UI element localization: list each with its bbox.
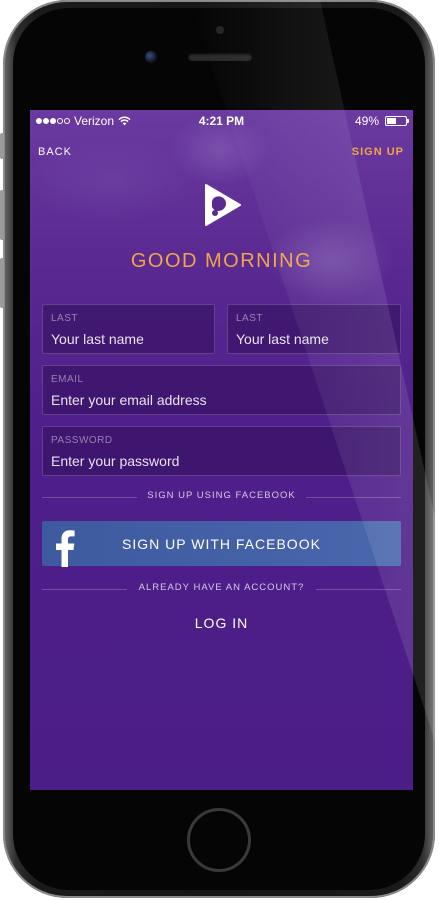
volume-down-button <box>0 258 4 308</box>
play-triangle-logo-icon <box>205 184 241 226</box>
login-button[interactable]: LOG IN <box>30 615 413 631</box>
battery-icon <box>385 116 409 126</box>
facebook-divider: SIGN UP USING FACEBOOK <box>42 490 401 504</box>
last-name-input[interactable]: Your last name <box>236 331 329 347</box>
front-camera <box>145 51 157 63</box>
earpiece-speaker <box>188 53 252 61</box>
facebook-signup-button[interactable]: SIGN UP WITH FACEBOOK <box>42 521 401 567</box>
account-divider: ALREADY HAVE AN ACCOUNT? <box>42 582 401 596</box>
password-field[interactable]: PASSWORD Enter your password <box>42 426 401 476</box>
last-name-field[interactable]: LAST Your last name <box>227 304 401 354</box>
account-divider-label: ALREADY HAVE AN ACCOUNT? <box>138 582 305 593</box>
email-label: EMAIL <box>51 374 84 385</box>
first-name-label: LAST <box>51 313 79 324</box>
back-button[interactable]: BACK <box>38 146 72 158</box>
password-label: PASSWORD <box>51 435 113 446</box>
app-screen: Verizon 4:21 PM 49% BACK SIGN UP GOOD MO… <box>30 110 413 790</box>
email-field[interactable]: EMAIL Enter your email address <box>42 365 401 415</box>
status-right: 49% <box>354 114 409 128</box>
divider-line-right <box>306 497 401 498</box>
proximity-sensor <box>216 26 224 34</box>
signup-nav-button[interactable]: SIGN UP <box>352 146 404 158</box>
battery-fill <box>387 118 396 124</box>
first-name-field[interactable]: LAST Your last name <box>42 304 215 354</box>
facebook-signup-label: SIGN UP WITH FACEBOOK <box>122 536 321 552</box>
facebook-divider-label: SIGN UP USING FACEBOOK <box>147 490 296 501</box>
password-input[interactable]: Enter your password <box>51 453 179 469</box>
volume-up-button <box>0 190 4 240</box>
first-name-input[interactable]: Your last name <box>51 331 144 347</box>
mute-switch <box>0 133 4 159</box>
email-input[interactable]: Enter your email address <box>51 392 207 408</box>
divider-line-right <box>316 589 401 590</box>
status-bar: Verizon 4:21 PM 49% <box>30 110 413 132</box>
greeting-title: GOOD MORNING <box>130 250 313 272</box>
home-button[interactable] <box>187 808 251 872</box>
battery-percent: 49% <box>354 114 379 128</box>
last-name-label: LAST <box>236 313 264 324</box>
